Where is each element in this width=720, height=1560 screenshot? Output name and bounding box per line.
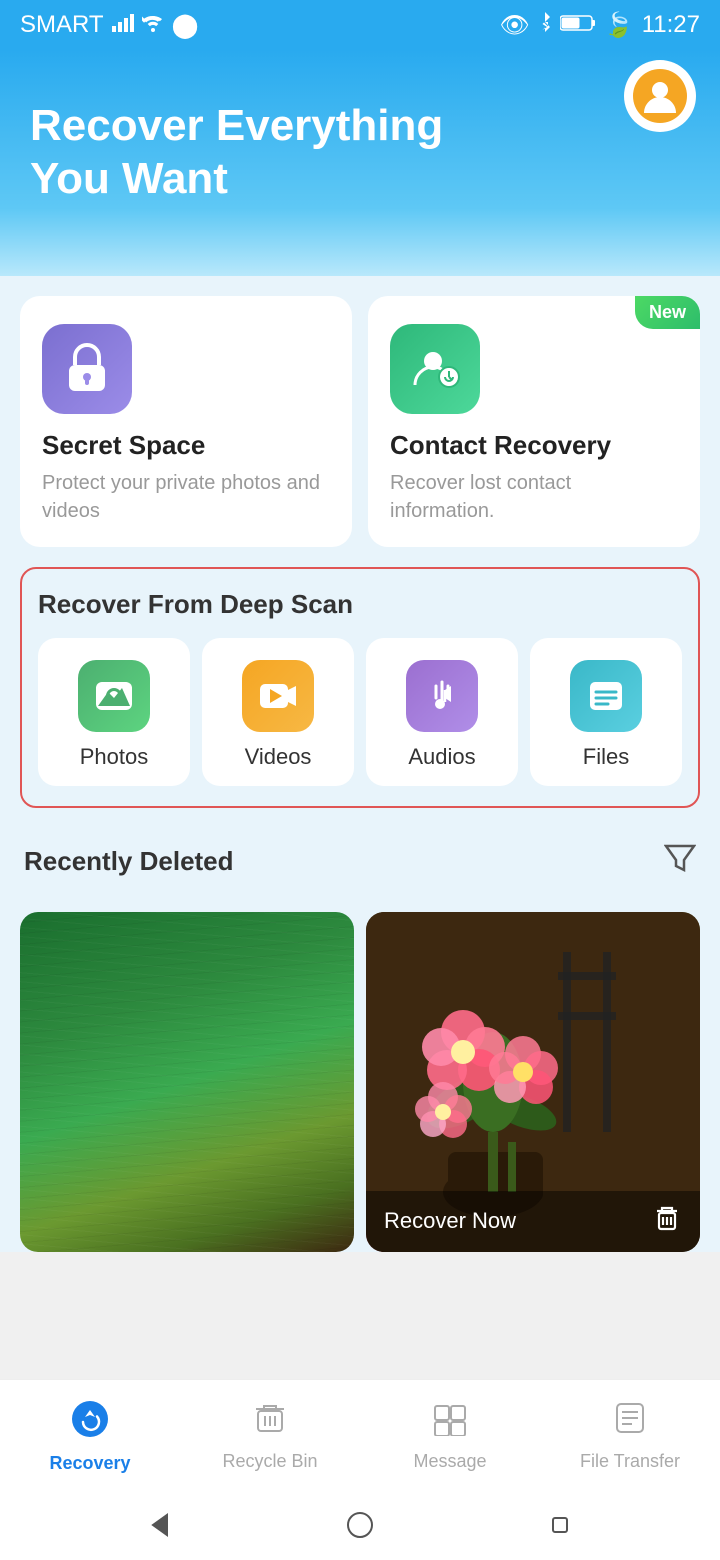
scan-item-files[interactable]: Files <box>530 638 682 786</box>
nav-item-file-transfer[interactable]: File Transfer <box>540 1394 720 1480</box>
file-transfer-nav-icon <box>612 1400 648 1445</box>
recently-deleted-header: Recently Deleted <box>20 828 700 896</box>
header-title: Recover EverythingYou Want <box>30 100 690 206</box>
recently-deleted-title: Recently Deleted <box>24 846 234 877</box>
recover-now-overlay[interactable]: Recover Now <box>366 1191 700 1252</box>
avatar-button[interactable] <box>624 60 696 132</box>
system-nav-bar <box>0 1490 720 1560</box>
filter-button[interactable] <box>664 842 696 882</box>
scan-item-photos[interactable]: Photos <box>38 638 190 786</box>
bluetooth-icon <box>538 11 552 40</box>
scan-item-videos[interactable]: Videos <box>202 638 354 786</box>
photos-icon <box>78 660 150 732</box>
home-button[interactable] <box>335 1500 385 1550</box>
contact-recovery-card[interactable]: New Contact Recovery Recover lost contac… <box>368 296 700 547</box>
photo-item-flowers[interactable]: Recover Now <box>366 912 700 1252</box>
photos-label: Photos <box>80 744 149 770</box>
contact-recovery-icon <box>390 324 480 414</box>
contact-recovery-title: Contact Recovery <box>390 430 678 461</box>
back-button[interactable] <box>135 1500 185 1550</box>
bottom-nav: Recovery Recycle Bin Message <box>0 1379 720 1490</box>
deep-scan-section: Recover From Deep Scan Photos <box>20 567 700 808</box>
videos-label: Videos <box>245 744 312 770</box>
audios-icon <box>406 660 478 732</box>
message-nav-label: Message <box>413 1451 486 1472</box>
photo-item-grass[interactable] <box>20 912 354 1252</box>
recents-button[interactable] <box>535 1500 585 1550</box>
time-text: 11:27 <box>642 11 700 39</box>
audios-label: Audios <box>408 744 475 770</box>
status-bar: SMART ⬤ 👁 🍃 11:27 <box>0 0 720 50</box>
nav-item-recovery[interactable]: Recovery <box>0 1394 180 1480</box>
nav-item-recycle-bin[interactable]: Recycle Bin <box>180 1394 360 1480</box>
deep-scan-title: Recover From Deep Scan <box>38 589 682 620</box>
status-right: 👁 🍃 11:27 <box>499 11 700 40</box>
secret-space-card[interactable]: Secret Space Protect your private photos… <box>20 296 352 547</box>
scan-items: Photos Videos <box>38 638 682 786</box>
contact-recovery-desc: Recover lost contact information. <box>390 469 678 525</box>
leaf-icon: 🍃 <box>604 11 634 40</box>
avatar <box>633 69 687 123</box>
nav-item-message[interactable]: Message <box>360 1394 540 1480</box>
recovery-nav-label: Recovery <box>49 1453 130 1474</box>
photo-grid: Recover Now <box>20 912 700 1252</box>
message-nav-icon <box>432 1400 468 1445</box>
files-icon <box>570 660 642 732</box>
recovery-nav-icon <box>71 1400 109 1447</box>
recover-trash-icon <box>652 1203 682 1240</box>
recycle-bin-nav-icon <box>252 1400 288 1445</box>
secret-space-desc: Protect your private photos and videos <box>42 469 330 525</box>
recover-now-text: Recover Now <box>384 1208 516 1234</box>
scan-item-audios[interactable]: Audios <box>366 638 518 786</box>
header: Recover EverythingYou Want <box>0 50 720 276</box>
circle-icon: ⬤ <box>172 11 199 40</box>
status-left: SMART ⬤ <box>20 11 198 40</box>
new-badge: New <box>635 296 700 329</box>
battery-icon <box>560 11 596 39</box>
eye-icon: 👁 <box>499 11 529 40</box>
wifi-icon <box>142 11 164 39</box>
signal-icon <box>112 11 134 39</box>
recycle-bin-nav-label: Recycle Bin <box>222 1451 317 1472</box>
file-transfer-nav-label: File Transfer <box>580 1451 680 1472</box>
carrier-text: SMART <box>20 11 104 39</box>
videos-icon <box>242 660 314 732</box>
secret-space-icon <box>42 324 132 414</box>
secret-space-title: Secret Space <box>42 430 330 461</box>
main-content: Secret Space Protect your private photos… <box>0 276 720 1252</box>
files-label: Files <box>583 744 629 770</box>
feature-cards: Secret Space Protect your private photos… <box>20 296 700 547</box>
